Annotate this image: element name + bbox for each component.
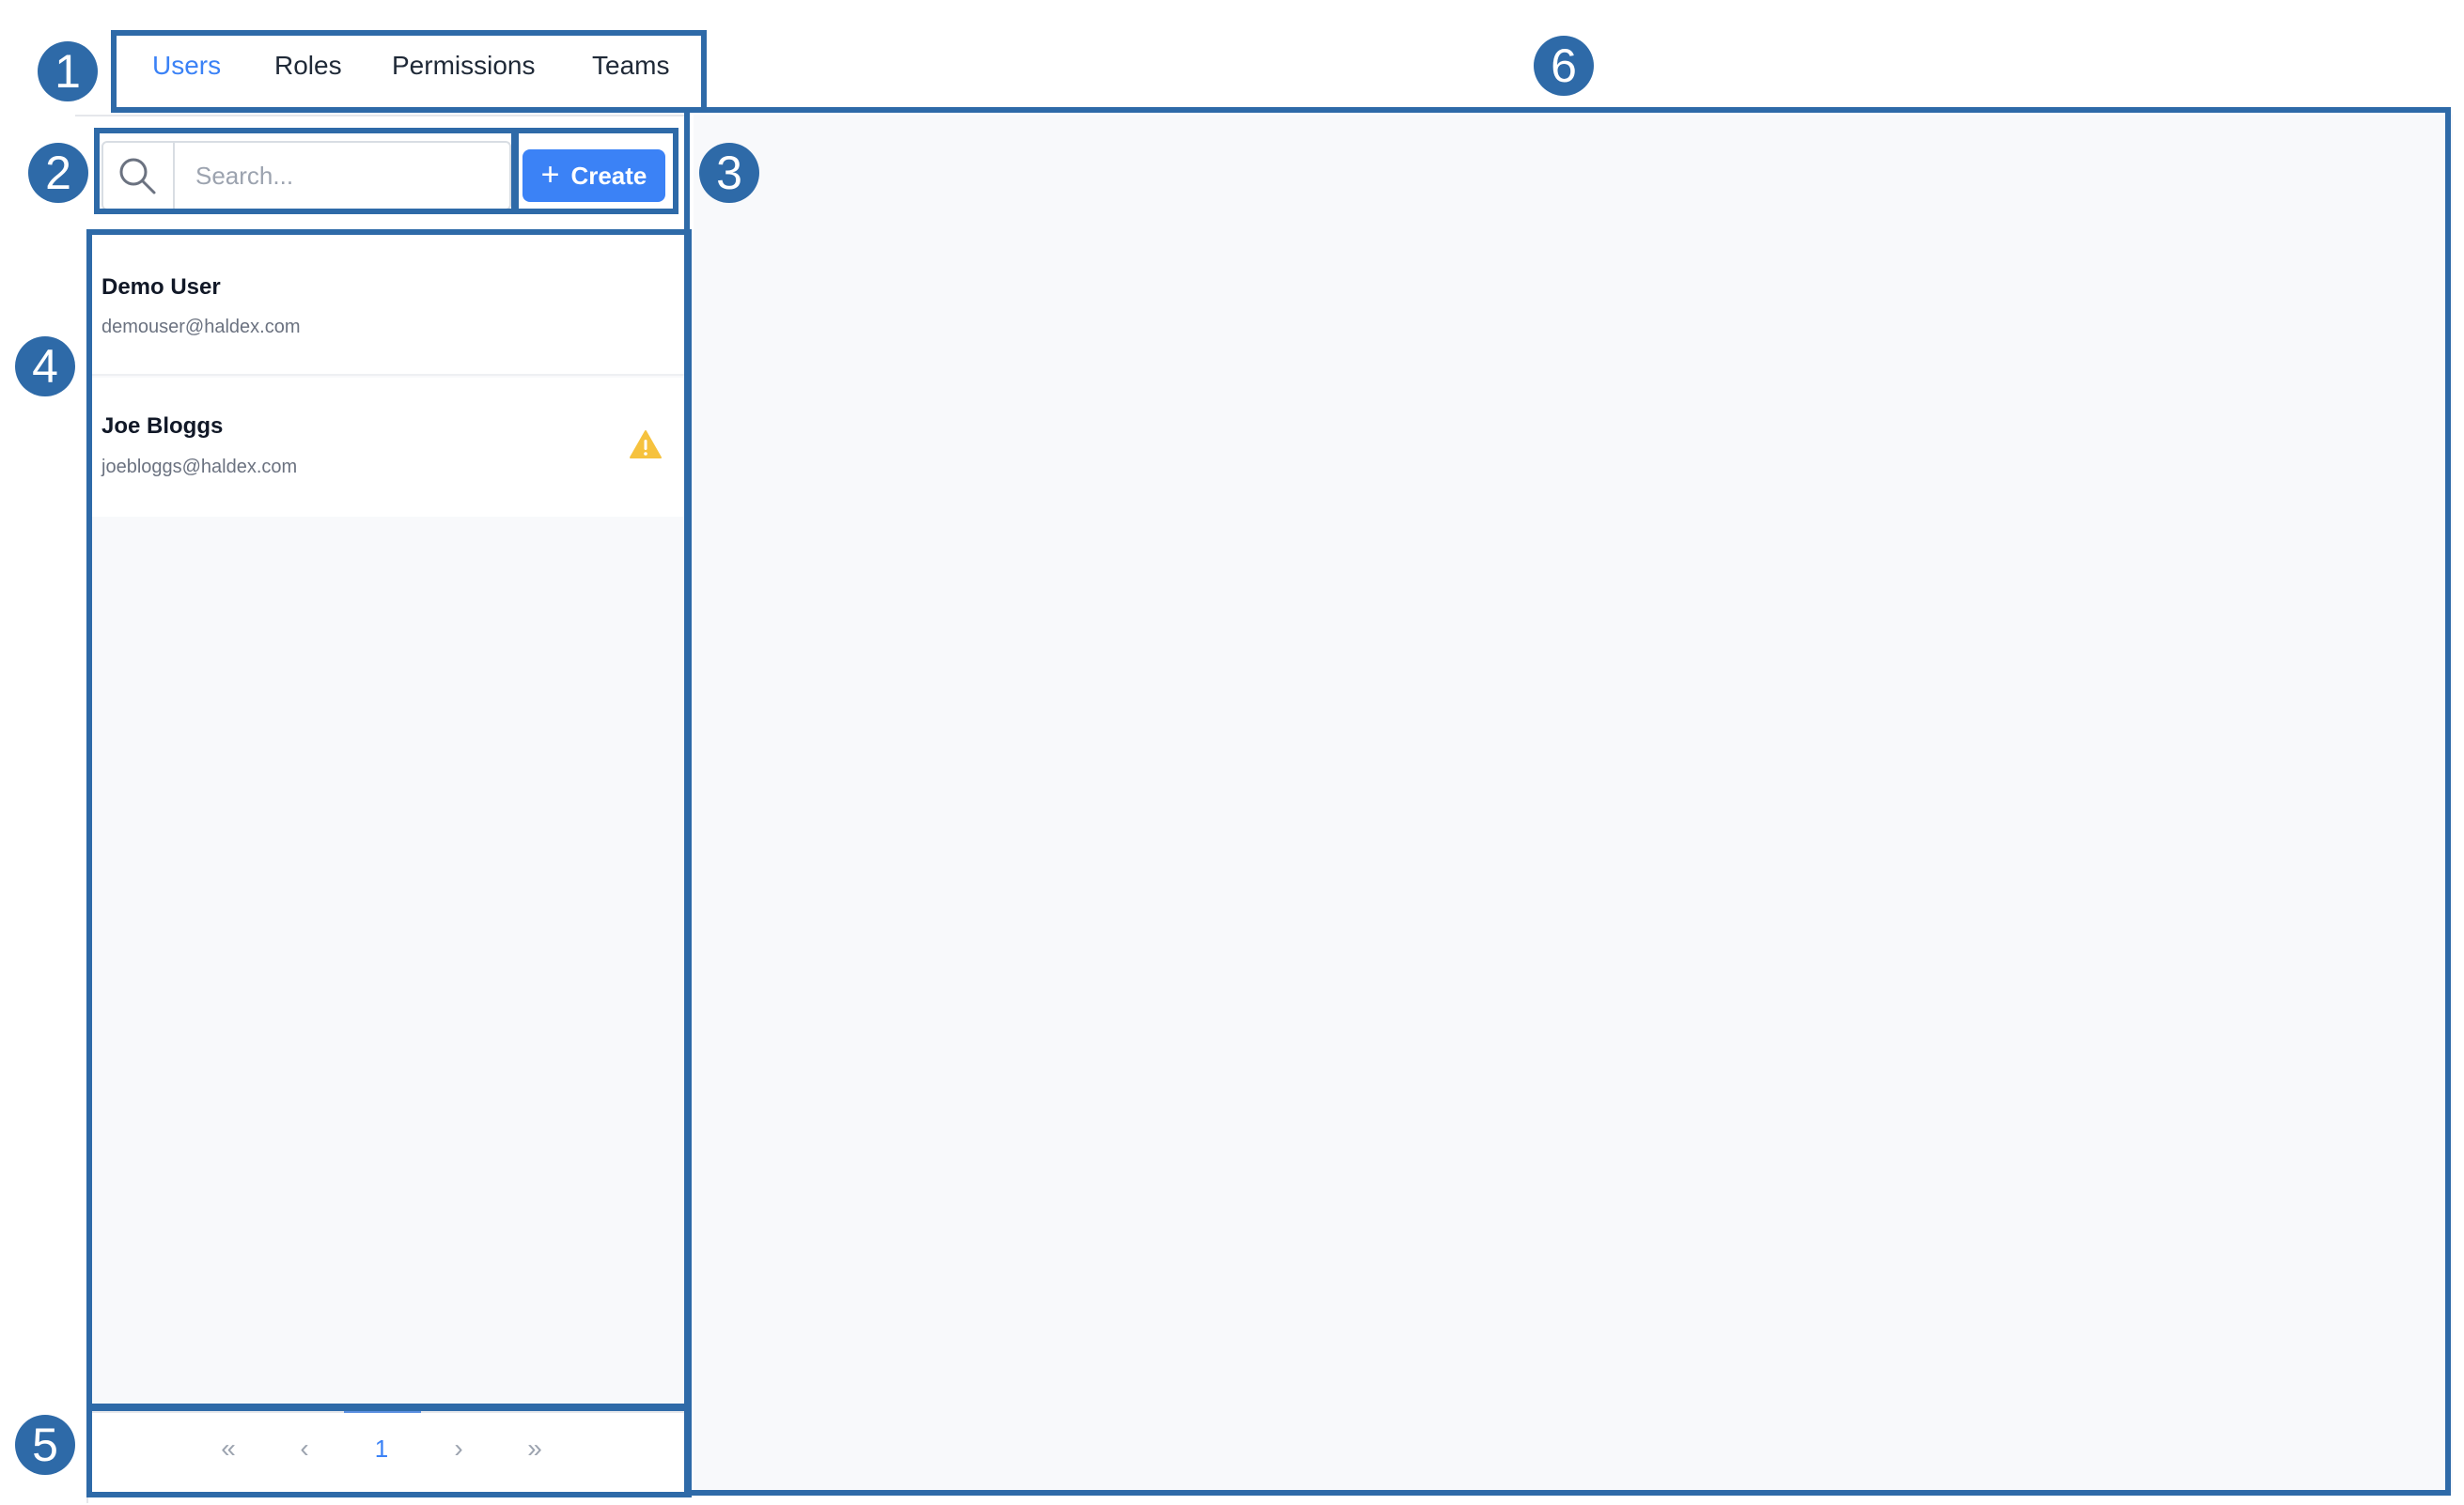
tab-teams[interactable]: Teams xyxy=(592,19,669,113)
first-page-button[interactable]: « xyxy=(210,1420,247,1477)
list-item[interactable]: Joe Bloggs joebloggs@haldex.com xyxy=(92,378,686,517)
create-button[interactable]: + Create xyxy=(522,149,665,202)
plus-icon: + xyxy=(540,157,560,193)
tab-label: Permissions xyxy=(392,51,536,80)
list-divider xyxy=(86,235,88,1503)
annotation-badge: 1 xyxy=(38,41,98,101)
list-item[interactable]: Demo User demouser@haldex.com xyxy=(92,235,686,376)
last-page-button[interactable]: » xyxy=(516,1420,554,1477)
next-page-button[interactable]: › xyxy=(440,1420,477,1477)
annotation-badge: 4 xyxy=(15,336,75,396)
detail-pane xyxy=(694,115,2453,1492)
prev-page-button[interactable]: ‹ xyxy=(286,1420,323,1477)
tab-label: Roles xyxy=(274,51,342,80)
annotation-badge: 5 xyxy=(15,1415,75,1475)
search-input[interactable] xyxy=(179,143,507,209)
user-name: Demo User xyxy=(101,274,221,300)
user-email: demouser@haldex.com xyxy=(101,317,301,337)
tab-permissions[interactable]: Permissions xyxy=(392,19,535,113)
tab-label: Users xyxy=(152,51,222,80)
pagination-indicator xyxy=(344,1409,421,1413)
annotation-badge: 6 xyxy=(1534,36,1594,96)
annotation-badge: 2 xyxy=(28,143,88,203)
user-name: Joe Bloggs xyxy=(101,413,224,439)
user-email: joebloggs@haldex.com xyxy=(101,457,298,477)
page-number[interactable]: 1 xyxy=(363,1420,400,1477)
tab-users[interactable]: Users xyxy=(152,19,221,113)
warning-icon xyxy=(630,430,662,458)
tabs-divider xyxy=(75,115,686,116)
create-button-label: Create xyxy=(570,161,647,190)
search-icon[interactable] xyxy=(101,141,175,210)
active-tab-indicator xyxy=(117,108,244,112)
tab-roles[interactable]: Roles xyxy=(274,19,342,113)
tab-label: Teams xyxy=(592,51,670,80)
